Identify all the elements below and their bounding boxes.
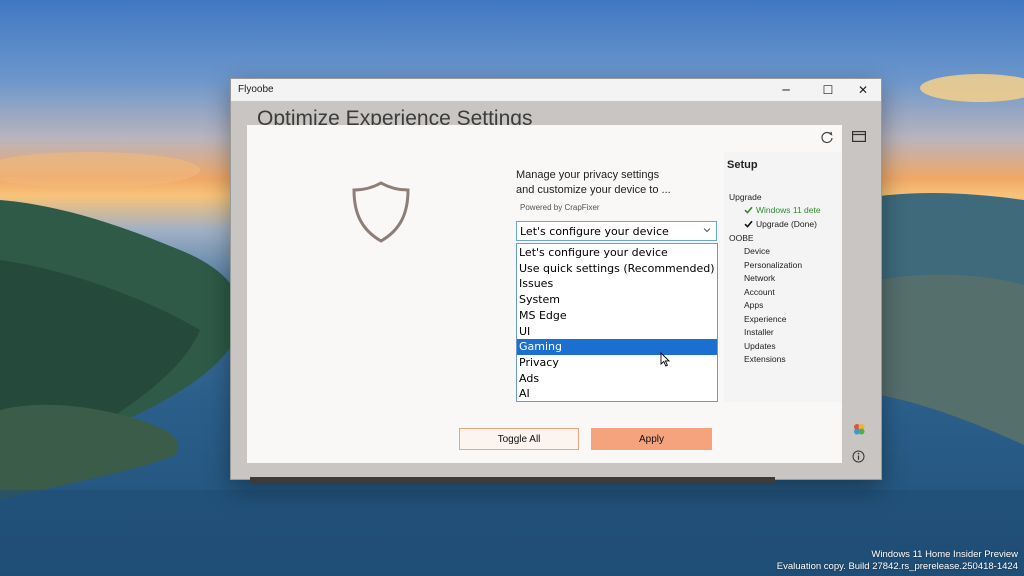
dropdown-option[interactable]: AI (517, 386, 717, 401)
info-icon[interactable] (852, 450, 865, 463)
category-dropdown-list: Let's configure your device Use quick se… (516, 243, 718, 402)
nav-item-installer[interactable]: Installer (744, 327, 774, 338)
nav-item-label: Upgrade (Done) (756, 219, 817, 229)
refresh-icon[interactable] (820, 130, 834, 144)
close-icon: ✕ (857, 83, 869, 97)
toggle-all-button[interactable]: Toggle All (459, 428, 579, 450)
watermark-line-2: Evaluation copy. Build 27842.rs_prerelea… (776, 561, 1018, 572)
mouse-cursor-icon (660, 352, 670, 367)
palette-icon[interactable] (852, 422, 866, 436)
nav-item-network[interactable]: Network (744, 273, 775, 284)
close-button[interactable]: ✕ (846, 79, 880, 101)
minimize-button[interactable]: ─ (769, 79, 803, 101)
dropdown-option-highlighted[interactable]: Gaming (517, 339, 717, 355)
window-title: Flyoobe (238, 84, 274, 95)
category-select[interactable]: Let's configure your device (516, 221, 717, 241)
apply-label: Apply (638, 433, 664, 445)
title-bar[interactable]: Flyoobe ─ ☐ ✕ (231, 79, 881, 101)
watermark-line-1: Windows 11 Home Insider Preview (871, 549, 1018, 560)
category-select-value: Let's configure your device (520, 225, 669, 238)
powered-by-label: Powered by CrapFixer (520, 203, 600, 212)
dropdown-option[interactable]: UI (517, 324, 717, 340)
desktop-watermark: Windows 11 Home Insider Preview Evaluati… (777, 549, 1018, 573)
dropdown-option[interactable]: Privacy (517, 355, 717, 371)
nav-item-experience[interactable]: Experience (744, 314, 787, 325)
description: Manage your privacy settings and customi… (516, 168, 671, 197)
apply-button[interactable]: Apply (591, 428, 712, 450)
check-icon (744, 220, 753, 228)
nav-item-label: Windows 11 dete (756, 205, 821, 215)
nav-item-upgrade-done[interactable]: Upgrade (Done) (744, 219, 817, 230)
description-line-1: Manage your privacy settings (516, 169, 660, 181)
nav-item-apps[interactable]: Apps (744, 300, 763, 311)
dropdown-option[interactable]: MS Edge (517, 308, 717, 324)
dropdown-option[interactable]: Issues (517, 276, 717, 292)
window-shadow-strip (250, 477, 775, 484)
dropdown-option[interactable]: Ads (517, 371, 717, 387)
nav-item-device[interactable]: Device (744, 246, 770, 257)
description-line-2: and customize your device to ... (516, 183, 671, 196)
dropdown-option[interactable]: Let's configure your device (517, 245, 717, 261)
nav-group-oobe[interactable]: OOBE (729, 233, 754, 244)
check-icon (744, 206, 753, 214)
nav-item-updates[interactable]: Updates (744, 341, 776, 352)
nav-item-windows11-detect[interactable]: Windows 11 dete (744, 205, 821, 216)
dropdown-option[interactable]: System (517, 292, 717, 308)
maximize-icon: ☐ (822, 83, 834, 97)
minimize-icon: ─ (782, 83, 790, 97)
shield-icon (352, 181, 410, 243)
nav-item-extensions[interactable]: Extensions (744, 354, 786, 365)
toggle-all-label: Toggle All (497, 433, 541, 445)
nav-group-upgrade[interactable]: Upgrade (729, 192, 762, 203)
chevron-down-icon (703, 228, 711, 233)
page-title: Optimize Experience Settings (257, 107, 533, 125)
dropdown-option[interactable]: Use quick settings (Recommended) (517, 261, 717, 277)
nav-item-account[interactable]: Account (744, 287, 775, 298)
maximize-button[interactable]: ☐ (811, 79, 845, 101)
sidebar-toggle-icon[interactable] (852, 131, 866, 142)
nav-item-personalization[interactable]: Personalization (744, 260, 802, 271)
setup-title: Setup (727, 159, 758, 171)
